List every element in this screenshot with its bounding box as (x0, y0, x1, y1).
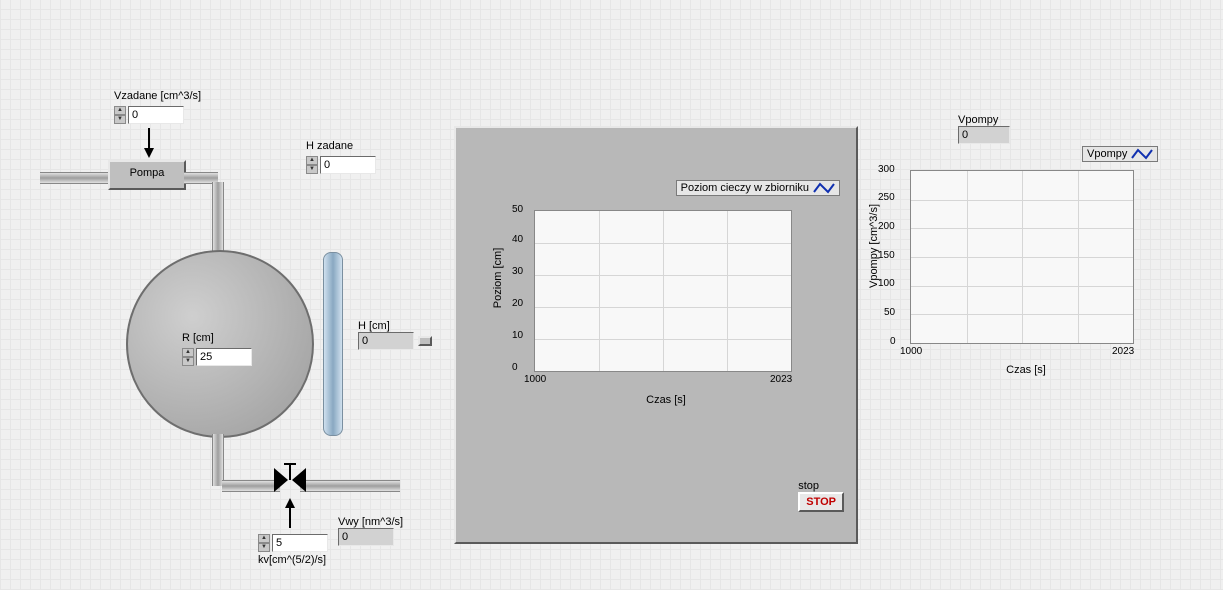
pipe-to-valve-right (300, 480, 400, 492)
spin-down-icon[interactable]: ▼ (182, 357, 194, 366)
r-value[interactable]: 25 (196, 348, 252, 366)
level-column (323, 252, 343, 436)
kv-spinner[interactable]: ▲ ▼ 5 (258, 534, 328, 552)
spin-up-icon[interactable]: ▲ (182, 348, 194, 357)
spin-down-icon[interactable]: ▼ (306, 165, 318, 174)
stop-button[interactable]: STOP (798, 492, 844, 512)
vzadane-label: Vzadane [cm^3/s] (114, 90, 201, 102)
r-spinner[interactable]: ▲ ▼ 25 (182, 348, 252, 366)
legend-level-text: Poziom cieczy w zbiorniku (681, 182, 809, 194)
legend-vpompy: Vpompy (1082, 146, 1158, 162)
spin-up-icon[interactable]: ▲ (306, 156, 318, 165)
ytick: 0 (890, 336, 896, 347)
hzadane-value[interactable]: 0 (320, 156, 376, 174)
graph-panel-level: Poziom cieczy w zbiorniku 0 10 20 30 40 … (454, 126, 858, 544)
pipe-tank-bottom (212, 434, 224, 486)
ytick: 20 (512, 298, 523, 309)
ytick: 50 (512, 204, 523, 215)
plot-vpompy (910, 170, 1134, 344)
pump-label: Pompa (130, 167, 165, 179)
legend-level: Poziom cieczy w zbiorniku (676, 180, 840, 196)
legend-vpompy-text: Vpompy (1087, 148, 1127, 160)
ytick: 40 (512, 234, 523, 245)
kv-value[interactable]: 5 (272, 534, 328, 552)
ytick: 300 (878, 164, 895, 175)
spin-up-icon[interactable]: ▲ (114, 106, 126, 115)
ytick: 200 (878, 221, 895, 232)
ylabel-vpompy: Vpompy [cm^3/s] (868, 186, 880, 306)
arrow-up-icon (283, 498, 297, 528)
vpompy-out-label: Vpompy (958, 114, 1010, 126)
hzadane-label: H zadane (306, 140, 376, 152)
r-label: R [cm] (182, 332, 252, 344)
pump-block: Pompa (108, 160, 186, 190)
ytick: 150 (878, 250, 895, 261)
vpompy-out-value: 0 (958, 126, 1010, 144)
xtick: 2023 (770, 374, 792, 385)
ytick: 250 (878, 192, 895, 203)
spin-up-icon[interactable]: ▲ (258, 534, 270, 543)
spin-down-icon[interactable]: ▼ (258, 543, 270, 552)
vzadane-spinner[interactable]: ▲ ▼ 0 (114, 106, 184, 124)
ylabel-level: Poziom [cm] (492, 228, 504, 328)
vwy-value: 0 (338, 528, 394, 546)
xtick: 1000 (900, 346, 922, 357)
xlabel-level: Czas [s] (626, 394, 706, 406)
xlabel-vpompy: Czas [s] (996, 364, 1056, 376)
stop-caption: stop (798, 480, 844, 492)
spin-down-icon[interactable]: ▼ (114, 115, 126, 124)
xtick: 2023 (1112, 346, 1134, 357)
xtick: 1000 (524, 374, 546, 385)
ytick: 30 (512, 266, 523, 277)
plot-level (534, 210, 792, 372)
h-label: H [cm] (358, 320, 414, 332)
vwy-label: Vwy [nm^3/s] (338, 516, 403, 528)
legend-line-icon (1131, 148, 1153, 160)
hzadane-spinner[interactable]: ▲ ▼ 0 (306, 156, 376, 174)
vzadane-value[interactable]: 0 (128, 106, 184, 124)
h-value: 0 (358, 332, 414, 350)
arrow-down-icon (142, 128, 156, 158)
pipe-inlet-left (40, 172, 108, 184)
ytick: 0 (512, 362, 518, 373)
valve-icon (270, 460, 310, 500)
ytick: 50 (884, 307, 895, 318)
legend-line-icon (813, 182, 835, 194)
kv-label: kv[cm^(5/2)/s] (258, 554, 328, 566)
ytick: 10 (512, 330, 523, 341)
pipe-down-to-tank (212, 182, 224, 256)
ytick: 100 (878, 278, 895, 289)
h-slider-nub[interactable] (418, 336, 432, 346)
